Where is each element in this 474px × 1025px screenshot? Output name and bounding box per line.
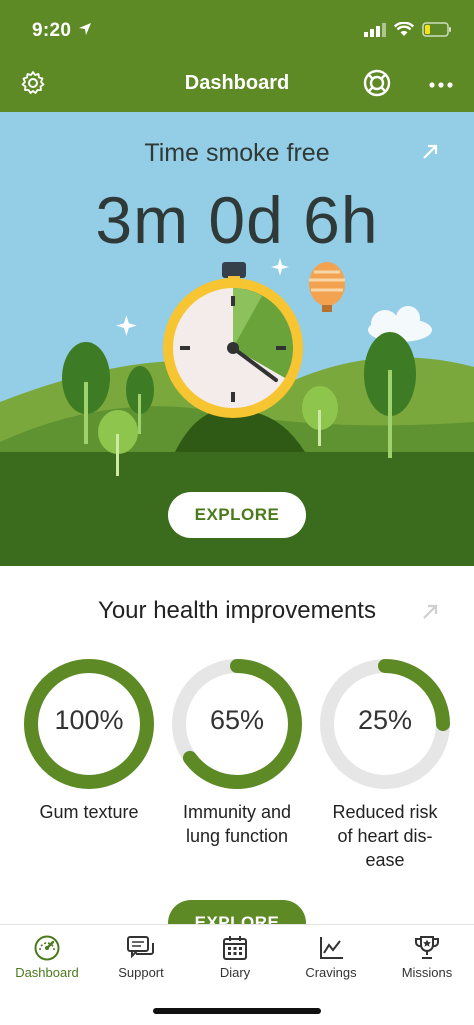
label-line: Gum texture (39, 802, 139, 822)
tab-label: Missions (401, 965, 453, 980)
ring-label-immunity: Immunity and lung function (157, 800, 317, 848)
battery-icon (422, 22, 452, 42)
lifebuoy-icon (362, 68, 392, 103)
label-line: of heart dis- (337, 826, 433, 846)
speedometer-icon (0, 933, 94, 963)
label-line: ease (365, 850, 405, 870)
health-section-title: Your health improvements (98, 597, 376, 624)
label-line: Immunity and (182, 802, 292, 822)
smoke-free-title: Time smoke free (144, 139, 330, 167)
ring-percent: 25% (357, 705, 413, 735)
calendar-icon (188, 933, 282, 963)
tab-label: Diary (219, 965, 251, 980)
status-time: 9:20 (32, 20, 72, 41)
tab-support[interactable]: Support (94, 933, 188, 980)
location-arrow-icon (78, 22, 92, 41)
status-bar: 9:20 (0, 0, 474, 56)
tab-cravings[interactable]: Cravings (284, 933, 378, 980)
page-title: Dashboard (184, 72, 290, 94)
explore-button[interactable]: EXPLORE (168, 492, 306, 538)
tab-label: Dashboard (15, 965, 79, 980)
ring-label-gum: Gum texture (9, 800, 169, 824)
tab-missions[interactable]: Missions (380, 933, 474, 980)
wifi-icon (393, 21, 415, 42)
ring-percent: 65% (209, 705, 265, 735)
tab-diary[interactable]: Diary (188, 933, 282, 980)
ring-percent: 100% (54, 705, 124, 735)
label-line: Reduced risk (332, 802, 438, 822)
app-header: 9:20 Dashboard (0, 0, 474, 112)
home-indicator (153, 1008, 321, 1014)
help-button[interactable] (360, 68, 394, 102)
health-ring-immunity[interactable]: 65% (170, 657, 304, 791)
more-button[interactable] (424, 68, 458, 102)
smoke-free-timer: 3m 0d 6h (95, 183, 379, 257)
ring-label-heart: Reduced risk of heart dis- ease (305, 800, 465, 872)
tab-label: Support (118, 965, 164, 980)
trophy-icon (380, 933, 474, 963)
ellipsis-icon (428, 76, 454, 94)
tab-dashboard[interactable]: Dashboard (0, 933, 94, 980)
health-ring-heart[interactable]: 25% (318, 657, 452, 791)
smoke-free-hero: Time smoke free 3m 0d 6h EXPLORE (0, 112, 474, 566)
signal-icon (364, 22, 386, 42)
chart-icon (284, 933, 378, 963)
chat-icon (94, 933, 188, 963)
tab-label: Cravings (305, 965, 357, 980)
navigation-bar: Dashboard (0, 60, 474, 108)
share-icon[interactable] (421, 603, 439, 621)
health-ring-gum[interactable]: 100% (22, 657, 156, 791)
label-line: lung function (185, 826, 289, 846)
